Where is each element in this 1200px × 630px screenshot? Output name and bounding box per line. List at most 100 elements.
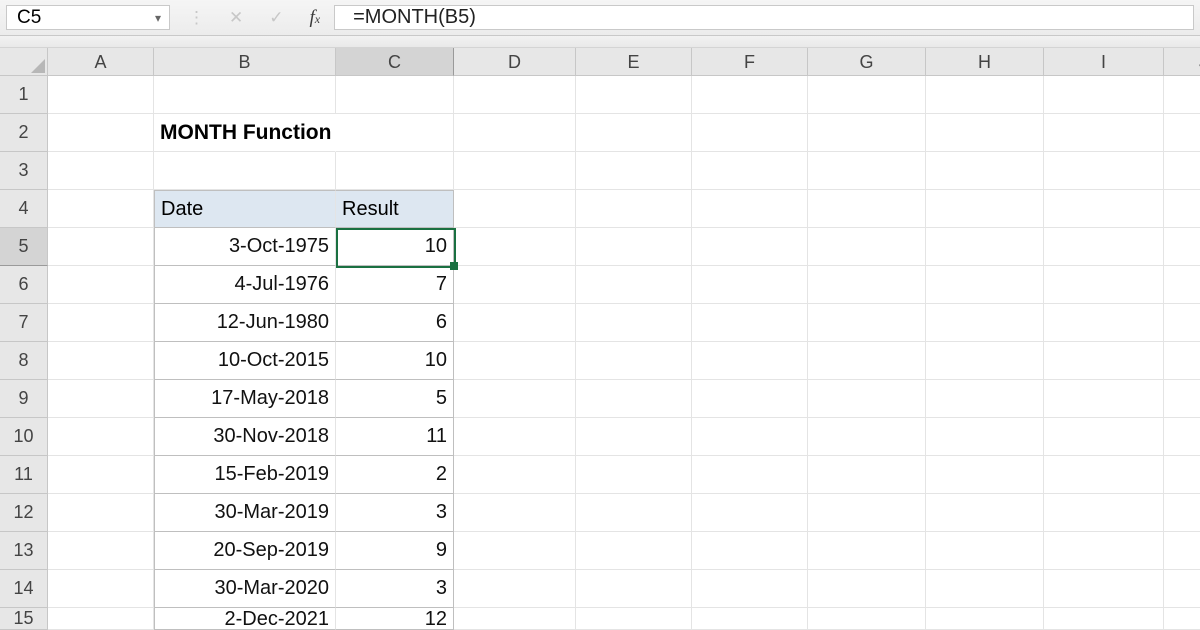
cells-area[interactable]: MONTH Function bbox=[48, 76, 1200, 630]
cell-C8[interactable]: 10 bbox=[336, 342, 454, 380]
row-header-1[interactable]: 1 bbox=[0, 76, 48, 114]
cell-I10[interactable] bbox=[1044, 418, 1164, 456]
row-header-2[interactable]: 2 bbox=[0, 114, 48, 152]
cell-J4[interactable] bbox=[1164, 190, 1200, 228]
enter-icon[interactable]: ✓ bbox=[269, 9, 283, 26]
cell-C3[interactable] bbox=[336, 152, 454, 190]
cell-J6[interactable] bbox=[1164, 266, 1200, 304]
cell-E15[interactable] bbox=[576, 608, 692, 630]
cell-H6[interactable] bbox=[926, 266, 1044, 304]
cell-A14[interactable] bbox=[48, 570, 154, 608]
cell-G8[interactable] bbox=[808, 342, 926, 380]
cell-B9[interactable]: 17-May-2018 bbox=[154, 380, 336, 418]
row-header-4[interactable]: 4 bbox=[0, 190, 48, 228]
row-header-5[interactable]: 5 bbox=[0, 228, 48, 266]
cell-F3[interactable] bbox=[692, 152, 808, 190]
cell-A5[interactable] bbox=[48, 228, 154, 266]
chevron-down-icon[interactable]: ▾ bbox=[155, 11, 161, 25]
cell-B1[interactable] bbox=[154, 76, 336, 114]
row-header-12[interactable]: 12 bbox=[0, 494, 48, 532]
row-header-11[interactable]: 11 bbox=[0, 456, 48, 494]
cell-D8[interactable] bbox=[454, 342, 576, 380]
col-header-D[interactable]: D bbox=[454, 48, 576, 76]
spreadsheet-grid[interactable]: A B C D E F G H I J 1 2 3 4 bbox=[0, 48, 1200, 630]
cell-C7[interactable]: 6 bbox=[336, 304, 454, 342]
cell-F4[interactable] bbox=[692, 190, 808, 228]
row-header-6[interactable]: 6 bbox=[0, 266, 48, 304]
cell-E9[interactable] bbox=[576, 380, 692, 418]
cell-A11[interactable] bbox=[48, 456, 154, 494]
cell-D13[interactable] bbox=[454, 532, 576, 570]
cell-C13[interactable]: 9 bbox=[336, 532, 454, 570]
cell-H2[interactable] bbox=[926, 114, 1044, 152]
cell-C1[interactable] bbox=[336, 76, 454, 114]
cell-D12[interactable] bbox=[454, 494, 576, 532]
name-box[interactable]: C5 ▾ bbox=[6, 5, 170, 30]
cell-B5[interactable]: 3-Oct-1975 bbox=[154, 228, 336, 266]
cell-I12[interactable] bbox=[1044, 494, 1164, 532]
cell-B10[interactable]: 30-Nov-2018 bbox=[154, 418, 336, 456]
cell-D10[interactable] bbox=[454, 418, 576, 456]
cell-D11[interactable] bbox=[454, 456, 576, 494]
cell-E10[interactable] bbox=[576, 418, 692, 456]
cell-H7[interactable] bbox=[926, 304, 1044, 342]
cell-E4[interactable] bbox=[576, 190, 692, 228]
cell-E2[interactable] bbox=[576, 114, 692, 152]
cell-F6[interactable] bbox=[692, 266, 808, 304]
cell-I9[interactable] bbox=[1044, 380, 1164, 418]
page-title[interactable]: MONTH Function bbox=[154, 114, 336, 152]
cell-B11[interactable]: 15-Feb-2019 bbox=[154, 456, 336, 494]
cell-H10[interactable] bbox=[926, 418, 1044, 456]
cell-J1[interactable] bbox=[1164, 76, 1200, 114]
cell-E14[interactable] bbox=[576, 570, 692, 608]
cell-E8[interactable] bbox=[576, 342, 692, 380]
cell-J10[interactable] bbox=[1164, 418, 1200, 456]
cell-J12[interactable] bbox=[1164, 494, 1200, 532]
cell-D1[interactable] bbox=[454, 76, 576, 114]
cell-I14[interactable] bbox=[1044, 570, 1164, 608]
fx-icon[interactable]: fx bbox=[310, 8, 321, 27]
cell-F12[interactable] bbox=[692, 494, 808, 532]
cell-B6[interactable]: 4-Jul-1976 bbox=[154, 266, 336, 304]
cell-E3[interactable] bbox=[576, 152, 692, 190]
cell-B13[interactable]: 20-Sep-2019 bbox=[154, 532, 336, 570]
cell-G3[interactable] bbox=[808, 152, 926, 190]
cell-A2[interactable] bbox=[48, 114, 154, 152]
cell-D6[interactable] bbox=[454, 266, 576, 304]
col-header-I[interactable]: I bbox=[1044, 48, 1164, 76]
col-header-C[interactable]: C bbox=[336, 48, 454, 76]
table-header-result[interactable]: Result bbox=[336, 190, 454, 228]
cell-B7[interactable]: 12-Jun-1980 bbox=[154, 304, 336, 342]
row-header-15[interactable]: 15 bbox=[0, 608, 48, 630]
cell-C15[interactable]: 12 bbox=[336, 608, 454, 630]
cell-I15[interactable] bbox=[1044, 608, 1164, 630]
cell-F8[interactable] bbox=[692, 342, 808, 380]
cell-G12[interactable] bbox=[808, 494, 926, 532]
cell-B12[interactable]: 30-Mar-2019 bbox=[154, 494, 336, 532]
cell-D15[interactable] bbox=[454, 608, 576, 630]
cell-D4[interactable] bbox=[454, 190, 576, 228]
cell-C6[interactable]: 7 bbox=[336, 266, 454, 304]
cell-G5[interactable] bbox=[808, 228, 926, 266]
cell-B15[interactable]: 2-Dec-2021 bbox=[154, 608, 336, 630]
cell-H9[interactable] bbox=[926, 380, 1044, 418]
cell-J7[interactable] bbox=[1164, 304, 1200, 342]
cell-E12[interactable] bbox=[576, 494, 692, 532]
cell-F13[interactable] bbox=[692, 532, 808, 570]
cell-G6[interactable] bbox=[808, 266, 926, 304]
cell-D5[interactable] bbox=[454, 228, 576, 266]
cell-H5[interactable] bbox=[926, 228, 1044, 266]
col-header-E[interactable]: E bbox=[576, 48, 692, 76]
cell-H12[interactable] bbox=[926, 494, 1044, 532]
cell-I4[interactable] bbox=[1044, 190, 1164, 228]
col-header-F[interactable]: F bbox=[692, 48, 808, 76]
cell-A9[interactable] bbox=[48, 380, 154, 418]
cancel-icon[interactable]: ✕ bbox=[229, 9, 243, 26]
cell-C12[interactable]: 3 bbox=[336, 494, 454, 532]
cell-E11[interactable] bbox=[576, 456, 692, 494]
row-header-8[interactable]: 8 bbox=[0, 342, 48, 380]
cell-J5[interactable] bbox=[1164, 228, 1200, 266]
cell-A6[interactable] bbox=[48, 266, 154, 304]
cell-I11[interactable] bbox=[1044, 456, 1164, 494]
cell-G2[interactable] bbox=[808, 114, 926, 152]
